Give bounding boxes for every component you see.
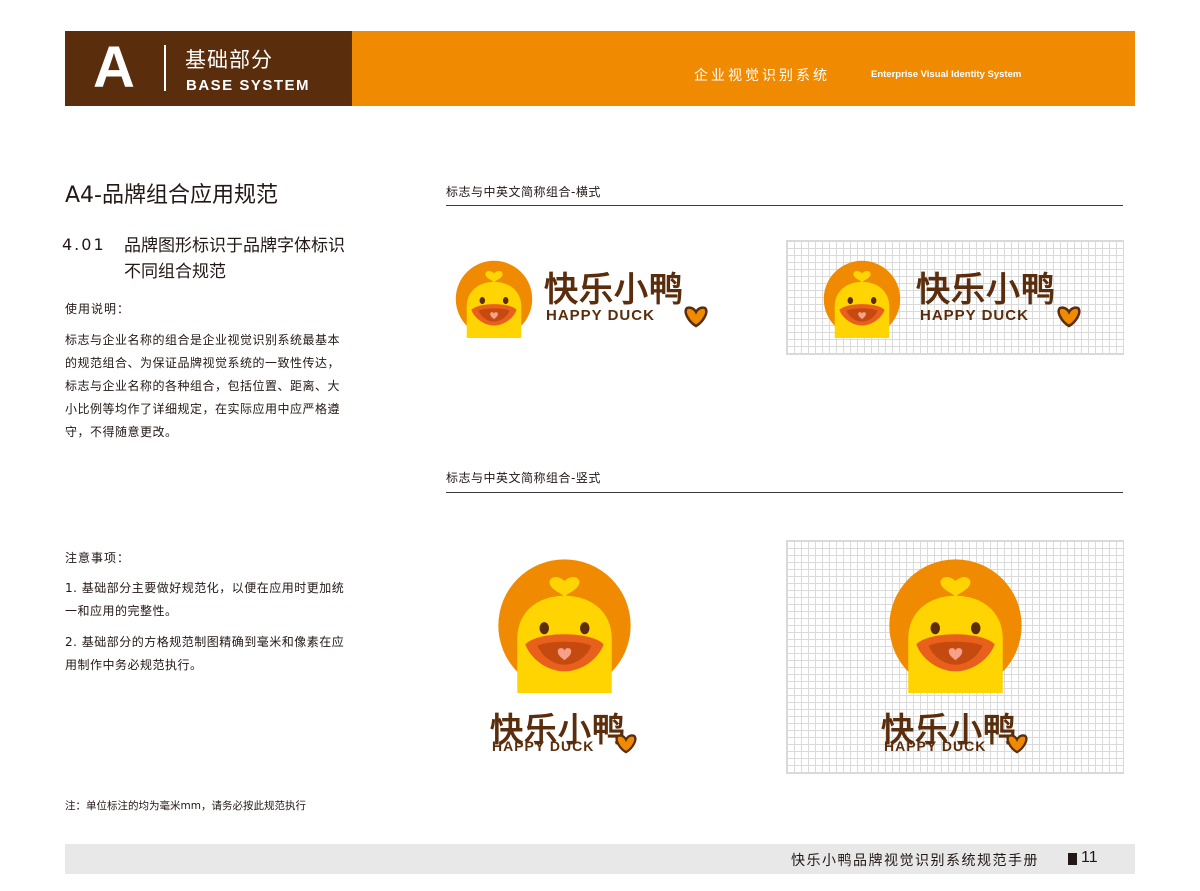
note-1: 1. 基础部分主要做好规范化，以便在应用时更加统一和应用的完整性。 [65,581,345,618]
heart-icon [615,734,637,754]
caption-horizontal: 标志与中英文简称组合-横式 [446,185,601,199]
brand-name-en-vertical-grid: HAPPY DUCK [884,738,987,754]
unit-footnote: 注：单位标注的均为毫米mm，请务必按此规范执行 [65,800,306,812]
page-title: A4-品牌组合应用规范 [65,183,278,208]
manual-title-en: Enterprise Visual Identity System [871,69,1022,80]
caption-vertical: 标志与中英文简称组合-竖式 [446,471,601,485]
caption-rule-horizontal [446,205,1123,206]
subsection-number: 4.01 [62,235,106,254]
usage-text: 标志与企业名称的组合是企业视觉识别系统最基本的规范组合、为保证品牌视觉系统的一致… [65,333,341,439]
duck-logo-mark-vertical [497,558,632,693]
brand-name-en-vertical: HAPPY DUCK [492,738,595,754]
section-name-cn: 基础部分 [185,48,273,72]
section-letter: A [93,35,135,100]
heart-icon [1006,734,1028,754]
page-marker-icon [1068,853,1077,865]
duck-icon [823,260,901,338]
duck-icon [498,559,631,693]
brand-name-cn: 快乐小鸭 [544,270,684,310]
duck-icon [889,559,1022,693]
brand-name-cn-grid: 快乐小鸭 [916,270,1056,310]
brand-name-en-grid: HAPPY DUCK [920,307,1029,324]
header-divider [164,45,166,91]
section-name-en: BASE SYSTEM [186,77,311,94]
heart-icon [1057,306,1081,328]
duck-logo-mark-grid [823,260,901,338]
notes-label: 注意事项： [65,551,131,565]
note-2: 2. 基础部分的方格规范制图精确到毫米和像素在应用制作中务必规范执行。 [65,635,345,672]
usage-label: 使用说明： [65,302,131,316]
footer-manual-title: 快乐小鸭品牌视觉识别系统规范手册 [791,853,1039,869]
subsection-title: 品牌图形标识于品牌字体标识不同组合规范 [124,236,345,282]
duck-icon [455,260,533,338]
page-number: 11 [1081,849,1098,866]
heart-icon [684,306,708,328]
caption-rule-vertical [446,492,1123,493]
duck-logo-mark [455,260,533,338]
manual-title-cn: 企业视觉识别系统 [694,68,830,84]
duck-logo-mark-vertical-grid [888,558,1023,693]
brand-name-en: HAPPY DUCK [546,307,655,324]
